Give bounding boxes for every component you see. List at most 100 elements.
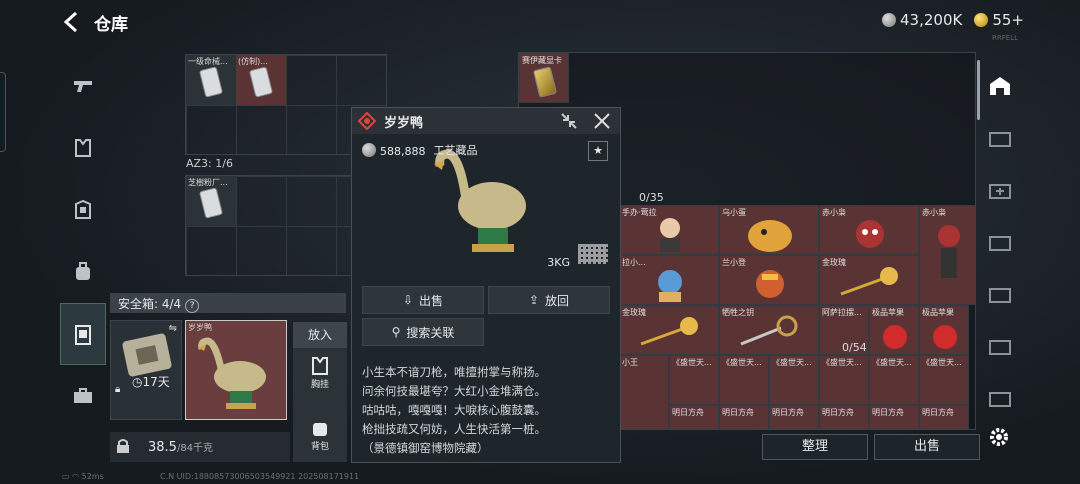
close-icon[interactable] bbox=[592, 111, 612, 135]
settings-button[interactable] bbox=[988, 426, 1010, 452]
put-in-button[interactable]: 放入 bbox=[293, 322, 347, 348]
nav-chest-rig[interactable] bbox=[60, 117, 106, 179]
collapse-icon[interactable] bbox=[560, 112, 578, 134]
stash-item[interactable]: 《盛世天... bbox=[669, 355, 719, 405]
nav-safe-box[interactable] bbox=[60, 303, 106, 365]
sell-button[interactable]: ⇩ 出售 bbox=[362, 286, 484, 314]
stash-item[interactable]: 牺牲之钥 bbox=[719, 305, 819, 355]
character-figure-icon bbox=[658, 270, 682, 302]
backpack-icon bbox=[313, 422, 327, 436]
stash-scrollbar[interactable] bbox=[977, 60, 980, 120]
safe-box-header: 安全箱: 4/4? bbox=[110, 293, 346, 313]
sell-bulk-button[interactable]: 出售 bbox=[874, 434, 980, 460]
briefcase-icon bbox=[74, 388, 92, 403]
gold-coin-icon bbox=[974, 13, 989, 27]
stash-tab-3[interactable] bbox=[984, 216, 1016, 268]
chest-rig-slot[interactable]: 胸挂 bbox=[293, 348, 347, 398]
item-slot[interactable]: 芝樹粉厂... bbox=[186, 176, 236, 226]
stash-item[interactable]: 赤小枭 bbox=[819, 205, 919, 255]
item-slot[interactable]: 一级命械... bbox=[186, 55, 236, 105]
gold-balance[interactable]: 55+ bbox=[974, 11, 1024, 29]
stash-item[interactable]: 《盛世天... bbox=[919, 355, 969, 405]
item-slot[interactable]: (仿制)... bbox=[236, 55, 286, 105]
stash-item[interactable]: 《盛世天... bbox=[719, 355, 769, 405]
silver-coin-icon bbox=[882, 13, 897, 27]
keycard-item bbox=[532, 66, 558, 98]
safe-box-icon bbox=[75, 325, 91, 345]
stash-item[interactable]: 拉小... bbox=[619, 255, 719, 305]
version-label: RRFELL bbox=[992, 34, 1018, 42]
backpack-slot[interactable]: 背包 bbox=[293, 410, 347, 460]
safe-box-days: ◷17天 bbox=[132, 375, 170, 389]
nav-case[interactable] bbox=[60, 365, 106, 427]
edge-handle[interactable] bbox=[0, 72, 6, 152]
favorite-button[interactable]: ★ bbox=[588, 141, 608, 161]
gear-icon bbox=[990, 428, 1008, 446]
item-description: 小生本不谙刀枪，唯擅拊掌与称扬。 问余何技最堪夸？大红小金堆满仓。 咕咕咕，嘎嘎… bbox=[362, 365, 546, 455]
stash-item[interactable]: 乌小蛋 bbox=[719, 205, 819, 255]
stash-item[interactable]: 小王 bbox=[619, 355, 669, 429]
house-icon bbox=[990, 77, 1010, 95]
stash-item[interactable]: 《盛世天... bbox=[769, 355, 819, 405]
nav-armor[interactable] bbox=[60, 179, 106, 241]
safe-box-slot[interactable]: ⇋ 🔒︎ bbox=[110, 320, 182, 420]
stash-item[interactable]: 赛伊藏显卡 bbox=[519, 53, 569, 103]
nav-weapon[interactable] bbox=[60, 55, 106, 117]
stash-tab-2[interactable] bbox=[984, 164, 1016, 216]
help-button[interactable]: ? bbox=[185, 299, 200, 313]
stash-item[interactable]: 手办·莺拉 bbox=[619, 205, 719, 255]
stash-item[interactable]: 明日方舟 bbox=[769, 405, 819, 429]
stash-item[interactable]: 明日方舟 bbox=[919, 405, 969, 429]
stash-tabs bbox=[984, 60, 1016, 424]
duck-item-slot[interactable]: 岁岁鸭 bbox=[185, 320, 287, 420]
figure-icon bbox=[756, 270, 784, 298]
top-bar: 仓库 43,200K 55+ RRFELL bbox=[0, 0, 1080, 44]
stash-item[interactable]: 赤小枭 bbox=[919, 205, 975, 305]
folder-icon bbox=[989, 288, 1011, 303]
stash-tab-all[interactable] bbox=[984, 60, 1016, 112]
stash-item[interactable]: 极品苹果 bbox=[869, 305, 919, 355]
chevron-left-icon bbox=[63, 11, 78, 33]
armor-icon bbox=[75, 200, 91, 219]
silver-coin-icon bbox=[362, 142, 376, 157]
folder-icon bbox=[989, 340, 1011, 355]
stash-item[interactable]: 金玫瑰 bbox=[619, 305, 719, 355]
swap-icon[interactable]: ⇋ bbox=[169, 323, 177, 334]
stash-item[interactable]: 明日方舟 bbox=[869, 405, 919, 429]
stash-tab-5[interactable] bbox=[984, 320, 1016, 372]
battery-icon: ▭ bbox=[62, 472, 70, 481]
stash-tab-1[interactable] bbox=[984, 112, 1016, 164]
key-icon bbox=[740, 315, 798, 346]
keycard-item bbox=[198, 187, 224, 219]
clock-icon: ◷ bbox=[132, 375, 143, 389]
back-button[interactable] bbox=[60, 10, 84, 34]
search-related-button[interactable]: ⚲ 搜索关联 bbox=[362, 318, 484, 346]
keycard-item bbox=[198, 66, 224, 98]
stash-item[interactable]: 金玫瑰 bbox=[819, 255, 919, 305]
item-detail-popup: 岁岁鸭 588,888 工艺藏品 ★ 3KG ⇩ 出售 ⇪ 放回 ⚲ 搜索关联 小生本… bbox=[351, 107, 621, 463]
folder-add-icon bbox=[989, 184, 1011, 199]
container-capacity: AZ3: 1/6 bbox=[186, 157, 233, 170]
stash-item[interactable]: 《盛世天... bbox=[869, 355, 919, 405]
stash-item[interactable]: 《盛世天... bbox=[819, 355, 869, 405]
equipment-nav bbox=[60, 55, 106, 455]
nav-backpack[interactable] bbox=[60, 241, 106, 303]
equipment-side-column: 放入 胸挂 背包 bbox=[293, 322, 347, 462]
currency-display: 43,200K 55+ bbox=[882, 11, 1024, 29]
silver-balance[interactable]: 43,200K bbox=[882, 11, 962, 29]
stash-tab-6[interactable] bbox=[984, 372, 1016, 424]
stash-item[interactable]: 明日方舟 bbox=[719, 405, 769, 429]
organize-button[interactable]: 整理 bbox=[762, 434, 868, 460]
stash-item[interactable]: 极品苹果 bbox=[919, 305, 969, 355]
folder-icon bbox=[989, 132, 1011, 147]
stash-item[interactable]: 兰小登 bbox=[719, 255, 819, 305]
weight-indicator: 38.5/84千克 bbox=[110, 432, 290, 462]
stash-item[interactable]: 明日方舟 bbox=[819, 405, 869, 429]
apple-icon bbox=[883, 325, 907, 349]
stash-item[interactable]: 明日方舟 bbox=[669, 405, 719, 429]
put-back-button[interactable]: ⇪ 放回 bbox=[488, 286, 610, 314]
search-icon: ⚲ bbox=[391, 325, 401, 339]
lock-icon bbox=[117, 439, 129, 453]
stash-tab-4[interactable] bbox=[984, 268, 1016, 320]
backpack-icon bbox=[76, 262, 90, 280]
